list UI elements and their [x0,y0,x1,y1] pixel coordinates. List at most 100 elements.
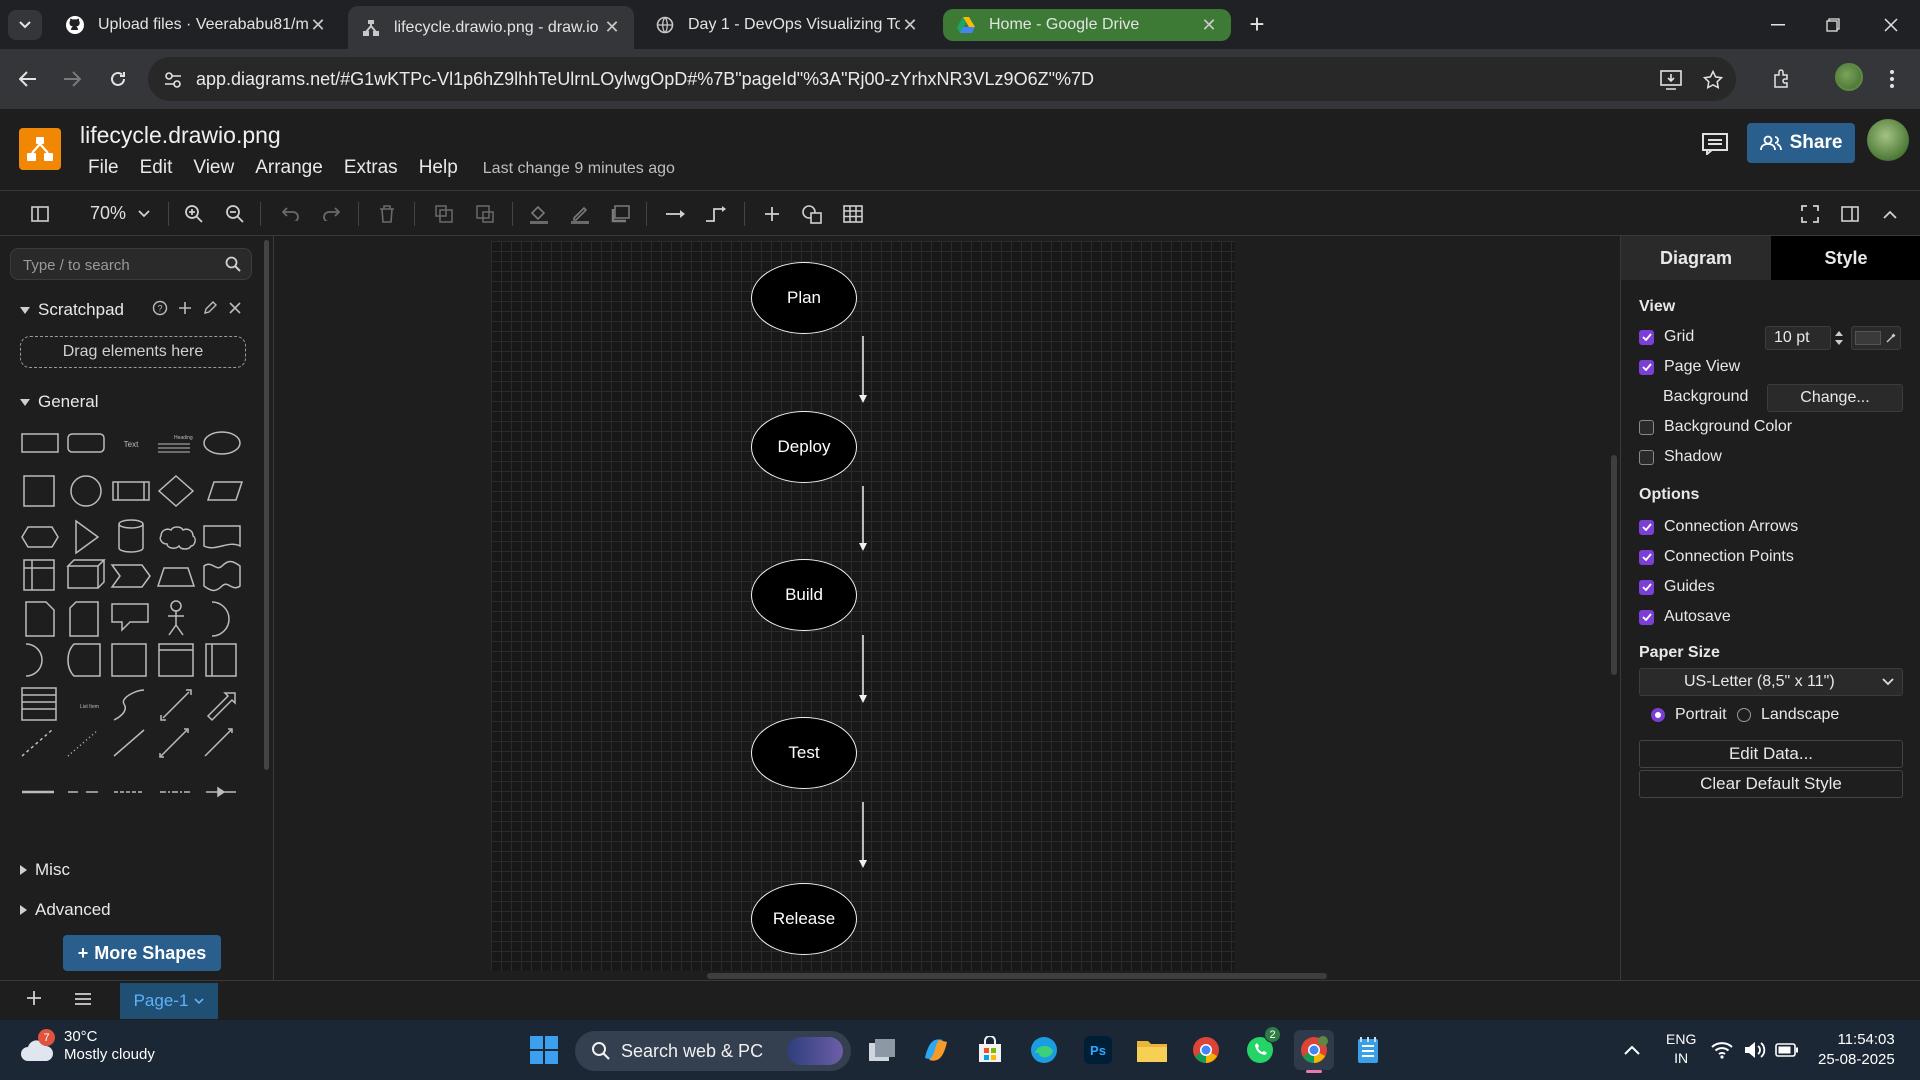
scratchpad-drop-zone[interactable]: Drag elements here [20,336,246,368]
canvas-horizontal-scrollbar[interactable] [707,973,1327,979]
microsoft-store-icon[interactable] [970,1030,1010,1070]
whatsapp-icon[interactable]: 2 [1240,1026,1281,1070]
undo-button[interactable] [277,200,305,228]
collapse-toolbar-button[interactable] [1876,200,1904,228]
radio-portrait[interactable] [1651,708,1665,722]
format-panel-toggle[interactable] [26,200,54,228]
insert-button[interactable] [758,200,786,228]
general-header[interactable]: General [20,392,98,412]
clear-default-style-button[interactable]: Clear Default Style [1639,770,1903,798]
sidebar-scrollbar[interactable] [264,240,269,770]
photoshop-icon[interactable]: Ps [1078,1030,1118,1070]
zoom-level[interactable]: 70% [90,203,126,224]
close-tab-icon[interactable]: ✕ [900,15,920,35]
shadow-option[interactable]: Shadow [1639,448,1722,466]
grid-size-input[interactable]: 10 pt [1765,326,1831,350]
task-view-icon[interactable] [862,1030,902,1070]
add-icon[interactable] [178,300,192,316]
close-window-button[interactable] [1868,10,1914,40]
node-deploy[interactable]: Deploy [751,411,857,483]
wifi-icon[interactable] [1707,1030,1737,1070]
fullscreen-button[interactable] [1796,200,1824,228]
forward-button[interactable] [56,63,88,95]
line-color-button[interactable] [566,200,594,228]
checkbox-guides[interactable] [1639,579,1654,595]
document-title[interactable]: lifecycle.drawio.png [80,122,281,149]
close-tab-icon[interactable]: ✕ [602,17,622,38]
bookmark-star-icon[interactable] [1700,67,1726,93]
zoom-in-button[interactable] [180,200,208,228]
zoom-out-button[interactable] [221,200,249,228]
copilot-icon[interactable] [916,1030,956,1070]
tab-devops-day1[interactable]: Day 1 - DevOps Visualizing Tool ✕ [642,6,932,44]
delete-button[interactable] [373,200,401,228]
taskbar-search[interactable]: Search web & PC [575,1031,851,1071]
checkbox-connection-points[interactable] [1639,549,1654,565]
menu-edit[interactable]: Edit [140,157,173,179]
close-icon[interactable] [228,300,242,316]
checkbox-background-color[interactable] [1639,419,1654,435]
browser-menu-icon[interactable] [1876,63,1908,95]
diagram-canvas[interactable]: Plan Deploy Build Test Release [275,236,1620,980]
edit-icon[interactable] [202,300,218,316]
tab-drawio[interactable]: lifecycle.drawio.png - draw.io ✕ [348,6,634,49]
close-tab-icon[interactable]: ✕ [308,15,328,35]
canvas-vertical-scrollbar[interactable] [1611,455,1617,675]
edit-data-button[interactable]: Edit Data... [1639,740,1903,768]
menu-view[interactable]: View [193,157,234,179]
advanced-header[interactable]: Advanced [20,900,111,920]
system-clock[interactable]: 11:54:03 25-08-2025 [1818,1030,1895,1070]
install-app-icon[interactable] [1658,67,1684,93]
reload-button[interactable] [102,63,134,95]
battery-icon[interactable] [1772,1030,1802,1070]
profile-avatar[interactable] [1835,63,1863,91]
misc-header[interactable]: Misc [20,860,70,880]
background-color-option[interactable]: Background Color [1639,418,1792,436]
checkbox-shadow[interactable] [1639,449,1654,465]
background-change-button[interactable]: Change... [1767,384,1903,412]
shapes-button[interactable] [798,200,826,228]
diagram-page[interactable]: Plan Deploy Build Test Release [491,241,1235,971]
chrome-profile-icon[interactable] [1294,1030,1334,1073]
weather-widget[interactable]: 7 30°C Mostly cloudy [20,1028,155,1064]
comments-icon[interactable] [1700,129,1730,159]
notepad-icon[interactable] [1348,1030,1388,1070]
tab-google-drive[interactable]: Home - Google Drive ✕ [943,9,1231,41]
checkbox-page-view[interactable] [1639,359,1654,375]
zoom-dropdown[interactable] [130,200,158,228]
menu-arrange[interactable]: Arrange [255,157,323,179]
checkbox-grid[interactable] [1639,329,1654,345]
shape-search-input[interactable] [23,254,213,276]
drawio-logo[interactable] [19,128,61,170]
add-page-button[interactable] [26,990,48,1012]
node-test[interactable]: Test [751,717,857,789]
paper-size-select[interactable]: US-Letter (8,5" x 11") [1639,668,1903,696]
language-indicator[interactable]: ENG IN [1666,1030,1696,1068]
site-info-icon[interactable] [160,67,186,93]
menu-help[interactable]: Help [419,157,458,179]
start-button[interactable] [524,1030,564,1070]
extensions-icon[interactable] [1766,63,1798,95]
url-bar[interactable]: app.diagrams.net/#G1wKTPc-Vl1p6hZ9lhhTeU… [148,57,1736,101]
grid-option[interactable]: Grid [1639,328,1694,346]
chevron-up-icon[interactable] [1612,1030,1652,1070]
menu-extras[interactable]: Extras [344,157,398,179]
shadow-button[interactable] [606,200,634,228]
autosave-option[interactable]: Autosave [1639,608,1731,626]
menu-file[interactable]: File [88,157,119,179]
checkbox-connection-arrows[interactable] [1639,519,1654,535]
page-view-option[interactable]: Page View [1639,358,1740,376]
more-shapes-button[interactable]: + More Shapes [63,935,221,971]
page-tab-page-1[interactable]: Page-1 [120,983,218,1019]
tab-search-dropdown[interactable] [8,10,42,40]
connection-points-option[interactable]: Connection Points [1639,548,1794,566]
last-change-status[interactable]: Last change 9 minutes ago [483,160,675,179]
node-plan[interactable]: Plan [751,262,857,334]
table-button[interactable] [839,200,867,228]
help-icon[interactable]: ? [152,300,168,316]
tab-diagram[interactable]: Diagram [1621,236,1771,280]
fill-color-button[interactable] [525,200,553,228]
waypoints-button[interactable] [702,200,730,228]
general-shapes-palette[interactable]: Text Heading List Item [18,420,248,820]
to-front-button[interactable] [430,200,458,228]
